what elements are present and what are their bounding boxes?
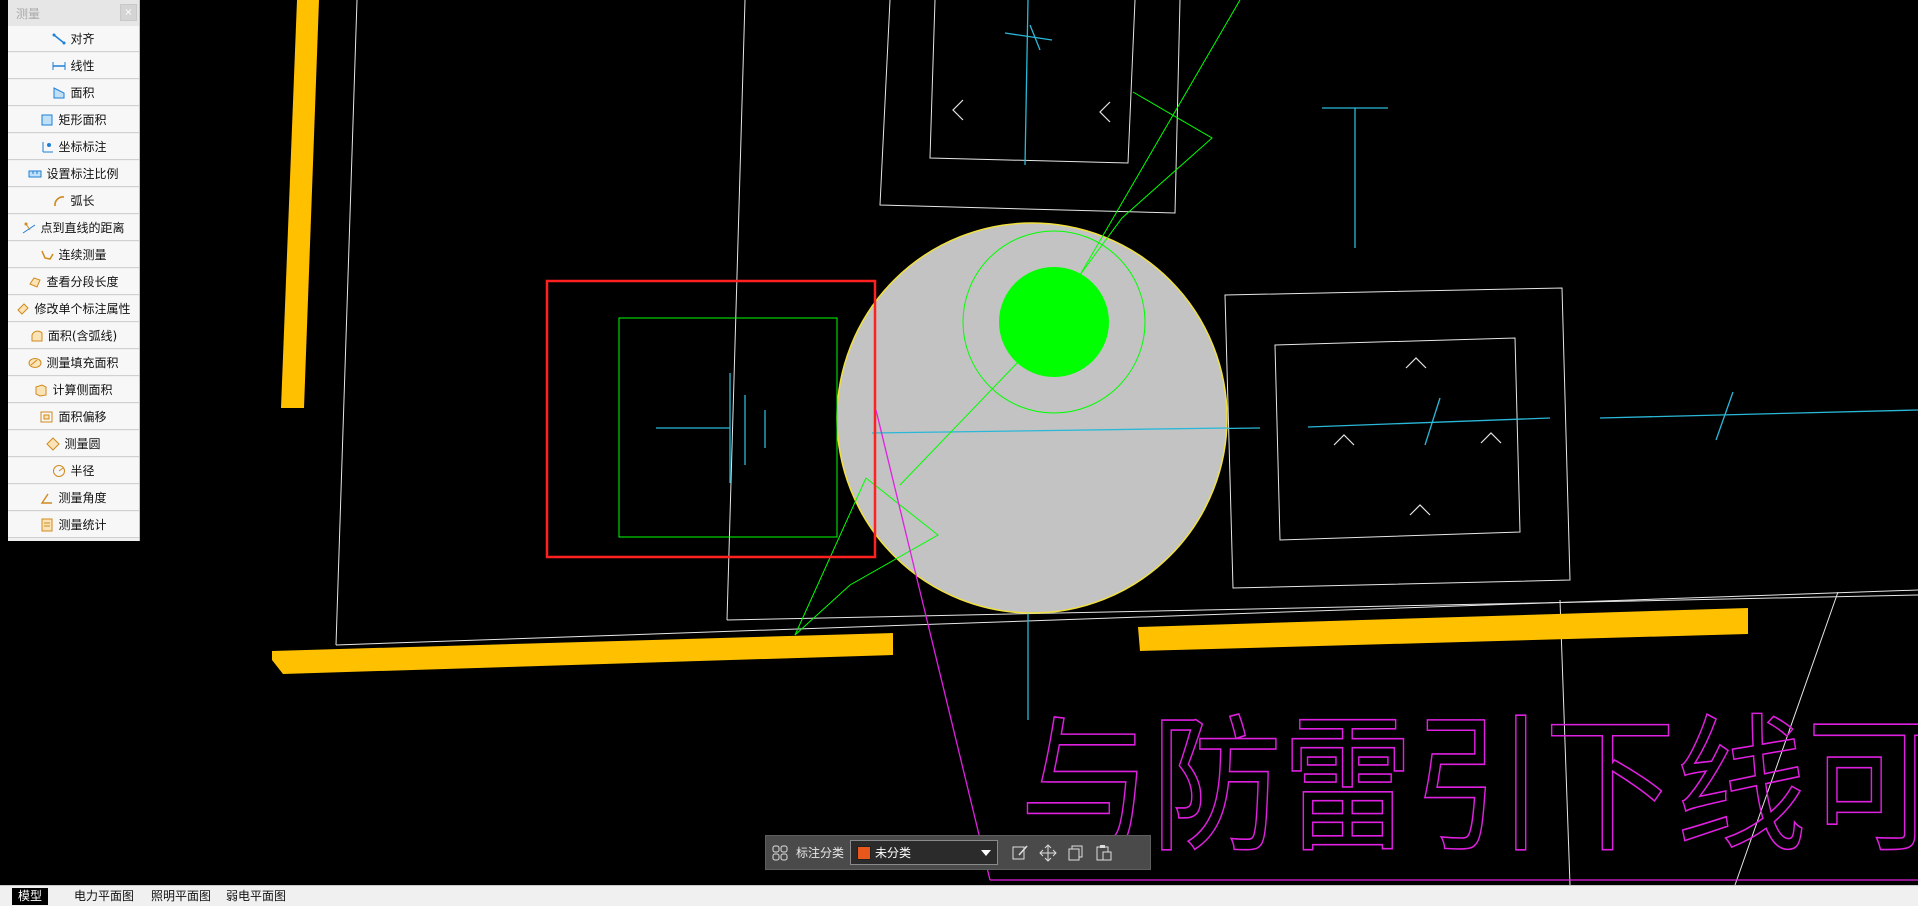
tool-label: 面积偏移 xyxy=(58,410,107,424)
dimension-scale-icon xyxy=(28,167,42,181)
tool-aligned-button[interactable]: 对齐 xyxy=(8,26,139,52)
drawing-annotation-text: 与防雷引下线可靠焊 xyxy=(1020,701,1918,873)
tool-area-offset-button[interactable]: 面积偏移 xyxy=(8,404,139,430)
tool-label: 线性 xyxy=(70,59,95,73)
tab-power-plan[interactable]: 电力平面图 xyxy=(68,888,140,905)
tab-low-voltage-plan[interactable]: 弱电平面图 xyxy=(220,888,292,905)
tool-area-button[interactable]: 面积 xyxy=(8,80,139,106)
hatch-area-icon xyxy=(28,356,42,370)
tool-label: 半径 xyxy=(70,464,95,478)
measure-circle-icon xyxy=(46,436,61,451)
tool-continuous-measure-button[interactable]: 连续测量 xyxy=(8,242,139,268)
tool-coordinate-button[interactable]: 坐标标注 xyxy=(8,134,139,160)
tool-point-to-line-button[interactable]: 点到直线的距离 xyxy=(8,215,139,241)
measure-angle-icon xyxy=(40,491,54,505)
chevron-down-icon xyxy=(981,850,992,856)
measure-statistics-icon xyxy=(40,518,54,532)
area-offset-icon xyxy=(40,410,54,424)
radius-icon xyxy=(52,464,66,478)
paste-icon[interactable] xyxy=(1090,839,1118,867)
tab-model[interactable]: 模型 xyxy=(12,888,49,905)
dimension-category-label: 标注分类 xyxy=(796,846,845,860)
tool-linear-button[interactable]: 线性 xyxy=(8,53,139,79)
tool-arc-length-button[interactable]: 弧长 xyxy=(8,188,139,214)
tool-rectangle-area-button[interactable]: 矩形面积 xyxy=(8,107,139,133)
tool-label: 连续测量 xyxy=(58,248,107,262)
side-area-icon xyxy=(34,383,48,397)
tool-label: 面积 xyxy=(70,86,95,100)
continuous-measure-icon xyxy=(40,248,55,262)
tool-label: 测量填充面积 xyxy=(46,356,119,370)
arc-length-icon xyxy=(52,194,66,208)
area-icon xyxy=(52,86,66,100)
category-manager-icon[interactable] xyxy=(766,839,794,867)
tool-label: 点到直线的距离 xyxy=(40,221,125,235)
tool-label: 测量统计 xyxy=(58,518,107,532)
tool-label: 设置标注比例 xyxy=(46,167,119,181)
tool-measure-circle-button[interactable]: 测量圆 xyxy=(8,431,139,457)
tool-label: 测量角度 xyxy=(58,491,107,505)
tool-measure-angle-button[interactable]: 测量角度 xyxy=(8,485,139,511)
drawing-canvas[interactable]: 与防雷引下线可靠焊 xyxy=(0,0,1918,885)
linear-dimension-icon xyxy=(52,59,66,73)
move-icon[interactable] xyxy=(1034,839,1062,867)
tool-label: 矩形面积 xyxy=(58,113,107,127)
dimension-toolbar: 标注分类 未分类 xyxy=(765,835,1151,870)
tool-label: 面积(含弧线) xyxy=(47,329,118,343)
aligned-dimension-icon xyxy=(52,32,66,46)
tool-label: 对齐 xyxy=(70,32,95,46)
measure-panel-header: 测量 × xyxy=(8,0,139,26)
edit-dimension-icon xyxy=(16,302,30,316)
arc-area-icon xyxy=(30,329,44,343)
tool-label: 计算侧面积 xyxy=(52,383,113,397)
tool-edit-dimension-button[interactable]: 修改单个标注属性 xyxy=(8,296,139,322)
measure-panel-title: 测量 xyxy=(16,7,41,21)
tool-dimension-scale-button[interactable]: 设置标注比例 xyxy=(8,161,139,187)
copy-icon[interactable] xyxy=(1062,839,1090,867)
panel-close-button[interactable]: × xyxy=(120,4,137,21)
tool-side-area-button[interactable]: 计算侧面积 xyxy=(8,377,139,403)
edit-icon[interactable] xyxy=(1006,839,1034,867)
tool-radius-button[interactable]: 半径 xyxy=(8,458,139,484)
category-color-swatch xyxy=(857,845,872,860)
green-filled-circle xyxy=(999,267,1109,377)
tool-label: 测量圆 xyxy=(64,437,101,451)
coordinate-icon xyxy=(40,140,54,154)
measure-tool-list: 对齐 线性 面积 矩形面积 坐标标注 设置标注比例 弧长 点到直线的距离 连续测… xyxy=(8,26,139,538)
measure-panel: 测量 × 对齐 线性 面积 矩形面积 坐标标注 设置标注比例 弧长 点到直线的距… xyxy=(8,0,140,541)
tool-label: 坐标标注 xyxy=(58,140,107,154)
tab-lighting-plan[interactable]: 照明平面图 xyxy=(145,888,217,905)
category-select[interactable]: 未分类 xyxy=(850,840,999,865)
category-value: 未分类 xyxy=(875,846,912,860)
tool-label: 弧长 xyxy=(70,194,95,208)
rectangle-area-icon xyxy=(40,113,54,127)
point-to-line-icon xyxy=(22,221,36,235)
segment-length-icon xyxy=(28,275,42,289)
tool-segment-length-button[interactable]: 查看分段长度 xyxy=(8,269,139,295)
layout-tab-bar: 模型 电力平面图 照明平面图 弱电平面图 xyxy=(0,885,1918,906)
tool-hatch-area-button[interactable]: 测量填充面积 xyxy=(8,350,139,376)
tool-label: 修改单个标注属性 xyxy=(34,302,131,316)
tool-measure-statistics-button[interactable]: 测量统计 xyxy=(8,512,139,538)
tool-label: 查看分段长度 xyxy=(46,275,119,289)
tool-arc-area-button[interactable]: 面积(含弧线) xyxy=(8,323,139,349)
